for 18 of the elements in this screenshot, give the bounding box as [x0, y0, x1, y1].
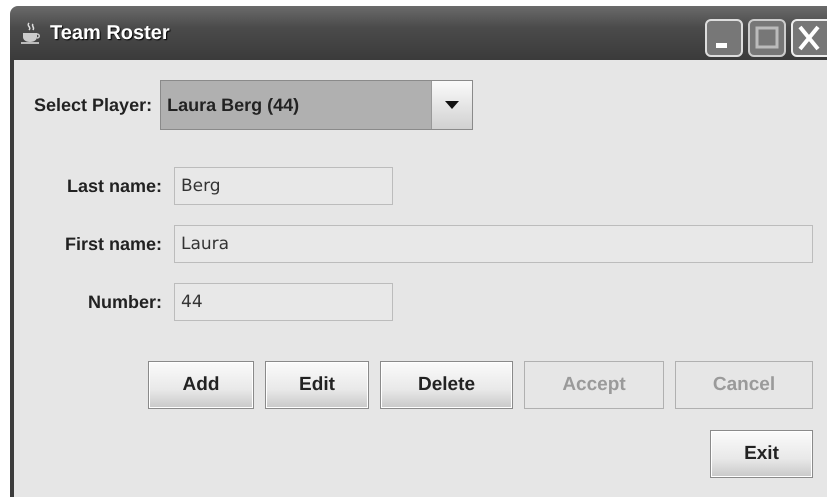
field-label: Select Player:: [34, 94, 152, 116]
field-label: Last name:: [66, 176, 162, 196]
edit-button[interactable]: Edit: [265, 361, 369, 409]
field-label: First name:: [64, 234, 162, 254]
maximize-button[interactable]: [748, 19, 786, 57]
delete-button[interactable]: Delete: [380, 361, 513, 409]
minimize-button[interactable]: [705, 19, 743, 57]
text-field[interactable]: 44: [174, 283, 393, 321]
exit-button[interactable]: Exit: [710, 430, 813, 478]
coffee-cup-icon: [20, 21, 42, 45]
window-title: Team Roster: [50, 22, 170, 44]
add-button[interactable]: Add: [148, 361, 254, 409]
field-label: Number:: [86, 292, 162, 312]
caret-icon: [445, 101, 460, 109]
text-field[interactable]: Laura: [174, 225, 813, 263]
text-field[interactable]: Berg: [174, 167, 393, 205]
close-button[interactable]: [791, 19, 827, 57]
player-dropdown[interactable]: Laura Berg (44): [160, 80, 474, 130]
